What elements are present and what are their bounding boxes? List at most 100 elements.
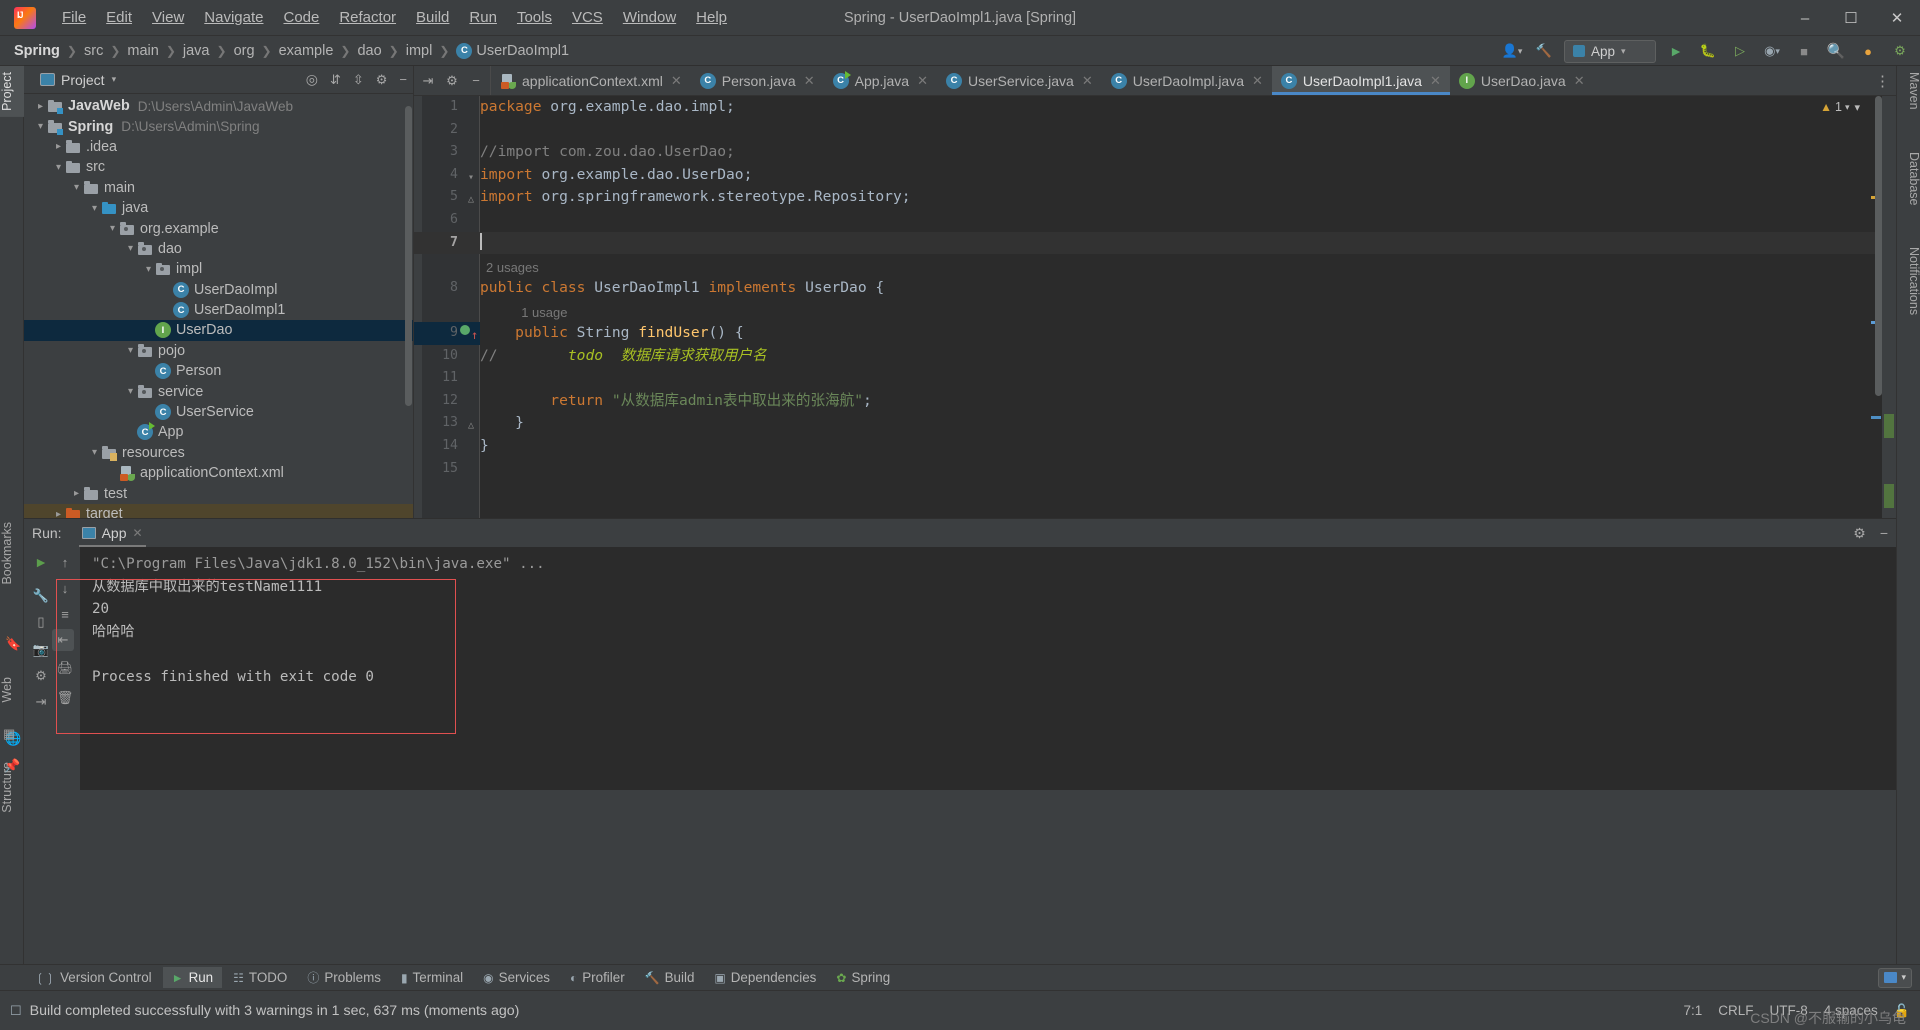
run-play-icon[interactable]: ► [1664, 40, 1688, 62]
gear-icon[interactable]: ⚙ [376, 72, 388, 88]
trash-icon[interactable]: 🗑 [54, 687, 76, 709]
tree-expand-arrow[interactable]: ▾ [124, 386, 137, 397]
code-line[interactable]: 14} [414, 435, 1896, 458]
editor-tab-userdaoimpl1-java[interactable]: C UserDaoImpl1.java ✕ [1271, 66, 1450, 95]
debug-bug-icon[interactable]: 🐛 [1696, 40, 1720, 62]
tree-node-person[interactable]: C Person [24, 361, 413, 381]
bottom-tab-profiler[interactable]: ◐ Profiler [561, 967, 634, 988]
run-tab-app[interactable]: App ✕ [76, 523, 149, 548]
menu-view[interactable]: View [142, 5, 194, 30]
close-tab-icon[interactable]: ✕ [133, 526, 143, 540]
build-hammer-icon[interactable]: 🔨 [1532, 40, 1556, 62]
tree-expand-arrow[interactable]: ▾ [52, 162, 65, 173]
tree-expand-arrow[interactable]: ▸ [52, 141, 65, 152]
settings-gear-icon[interactable]: ⚙ [1888, 40, 1912, 62]
maximize-button[interactable]: ☐ [1828, 0, 1874, 36]
tree-node-userservice[interactable]: C UserService [24, 402, 413, 422]
editor-tab-userservice-java[interactable]: C UserService.java ✕ [937, 66, 1102, 95]
editor-tab-userdaoimpl-java[interactable]: C UserDaoImpl.java ✕ [1102, 66, 1272, 95]
code-line[interactable]: 15 [414, 458, 1896, 481]
bottom-tab-services[interactable]: ◉ Services [474, 967, 559, 988]
code-line[interactable]: 4 ▾ import org.example.dao.UserDao; [414, 164, 1896, 187]
tool-tab-web[interactable]: Web [0, 671, 24, 708]
implements-marker-icon[interactable] [460, 324, 470, 335]
tree-node-resources[interactable]: ▾ resources [24, 443, 413, 463]
breadcrumb-item-example[interactable]: example [275, 42, 338, 60]
print-icon[interactable]: 🖨 [54, 657, 76, 679]
hide-panel-icon[interactable]: − [464, 66, 488, 95]
run-configuration-selector[interactable]: App ▾ [1564, 39, 1656, 63]
search-everywhere-icon[interactable]: 🔍 [1824, 40, 1848, 62]
tree-node-javaweb[interactable]: ▸ JavaWeb D:\Users\Admin\JavaWeb [24, 96, 413, 116]
menu-window[interactable]: Window [613, 5, 686, 30]
editor-tab-applicationcontext-xml[interactable]: applicationContext.xml ✕ [491, 66, 691, 95]
code-inlay-hint[interactable]: 2 usages [414, 254, 1896, 277]
editor-tab-person-java[interactable]: C Person.java ✕ [691, 66, 824, 95]
tree-expand-arrow[interactable]: ▸ [34, 101, 47, 112]
structure-grid-icon[interactable]: ▦ [3, 726, 21, 744]
export-icon[interactable]: ⇥ [30, 691, 52, 713]
line-separator[interactable]: CRLF [1718, 1003, 1753, 1018]
tree-node-userdao[interactable]: I UserDao [24, 320, 413, 341]
tree-node-test[interactable]: ▸ test [24, 483, 413, 503]
menu-help[interactable]: Help [686, 5, 737, 30]
tree-expand-arrow[interactable]: ▾ [88, 447, 101, 458]
bottom-tab-dependencies[interactable]: ▣ Dependencies [705, 967, 825, 988]
tree-expand-arrow[interactable]: ▾ [142, 264, 155, 275]
tree-expand-arrow[interactable]: ▾ [124, 243, 137, 254]
pin-icon[interactable]: 📌 [4, 758, 22, 776]
collapse-all-icon[interactable]: ⇳ [353, 72, 364, 88]
tree-node-target[interactable]: ▸ target [24, 503, 413, 519]
expand-all-icon[interactable]: ⇵ [330, 72, 341, 88]
tool-tab-notifications[interactable]: Notifications [1897, 241, 1920, 321]
editor-vertical-scrollbar[interactable] [1875, 96, 1882, 396]
bottom-tab-problems[interactable]: ⓘ Problems [298, 966, 390, 989]
chevron-down-icon[interactable]: ▾ [112, 74, 117, 85]
tree-node-dao[interactable]: ▾ dao [24, 239, 413, 259]
menu-file[interactable]: File [52, 5, 96, 30]
tree-node-userdaoimpl[interactable]: C UserDaoImpl [24, 280, 413, 300]
code-line[interactable]: 13 △ } [414, 412, 1896, 435]
inspection-widget[interactable]: ▲ 1 ▾ ▾ [1820, 100, 1860, 114]
breadcrumb-item-org[interactable]: org [230, 42, 259, 60]
hide-panel-icon[interactable]: − [399, 72, 407, 87]
project-tree-scrollbar[interactable] [405, 106, 412, 406]
tree-node-main[interactable]: ▾ main [24, 178, 413, 198]
tree-node-service[interactable]: ▾ service [24, 381, 413, 401]
stripe-change-mark[interactable] [1871, 416, 1881, 419]
rerun-icon[interactable]: ► [30, 551, 52, 573]
code-inlay-hint[interactable]: 1 usage [414, 299, 1896, 322]
tree-node--idea[interactable]: ▸ .idea [24, 137, 413, 157]
tree-node-spring[interactable]: ▾ Spring D:\Users\Admin\Spring [24, 116, 413, 136]
scroll-down-icon[interactable]: ↓ [54, 577, 76, 599]
breadcrumb-item-src[interactable]: src [80, 42, 107, 60]
breadcrumb-item-userdaoimpl1[interactable]: UserDaoImpl1 [472, 42, 573, 60]
close-tab-icon[interactable]: ✕ [1082, 73, 1093, 89]
console-output[interactable]: "C:\Program Files\Java\jdk1.8.0_152\bin\… [80, 547, 1896, 790]
menu-edit[interactable]: Edit [96, 5, 142, 30]
collapse-all-icon[interactable]: ⇥ [416, 66, 440, 95]
tree-expand-arrow[interactable]: ▸ [70, 488, 83, 499]
user-avatar-icon[interactable]: 👤 ▾ [1500, 40, 1524, 62]
close-tab-icon[interactable]: ✕ [804, 73, 815, 89]
tree-node-app[interactable]: C App [24, 422, 413, 442]
tree-expand-arrow[interactable]: ▸ [52, 509, 65, 519]
more-tabs-icon[interactable]: ⋮ [1875, 72, 1890, 90]
bottom-tab-spring[interactable]: ✿ Spring [827, 967, 899, 988]
code-line[interactable]: 12 return "从数据库admin表中取出来的张海航"; [414, 390, 1896, 413]
code-line[interactable]: 9 ↑ public String findUser() { [414, 321, 1896, 345]
tree-node-src[interactable]: ▾ src [24, 157, 413, 177]
breadcrumb-item-impl[interactable]: impl [402, 42, 437, 60]
code-line[interactable]: 5 △ import org.springframework.stereotype.… [414, 186, 1896, 209]
stop-icon[interactable]: ■ [1792, 40, 1816, 62]
debug-icon[interactable]: ⚙ [30, 665, 52, 687]
breadcrumb-item-spring[interactable]: Spring [10, 42, 64, 60]
code-line[interactable]: 6 [414, 209, 1896, 232]
close-tab-icon[interactable]: ✕ [671, 73, 682, 89]
code-line[interactable]: 7 [414, 231, 1896, 255]
tree-node-java[interactable]: ▾ java [24, 198, 413, 218]
bottom-tab-run[interactable]: ► Run [162, 967, 223, 988]
code-line[interactable]: 2 [414, 119, 1896, 142]
close-tab-icon[interactable]: ✕ [1430, 73, 1441, 89]
soft-wrap-icon[interactable]: ▯ [30, 611, 52, 633]
